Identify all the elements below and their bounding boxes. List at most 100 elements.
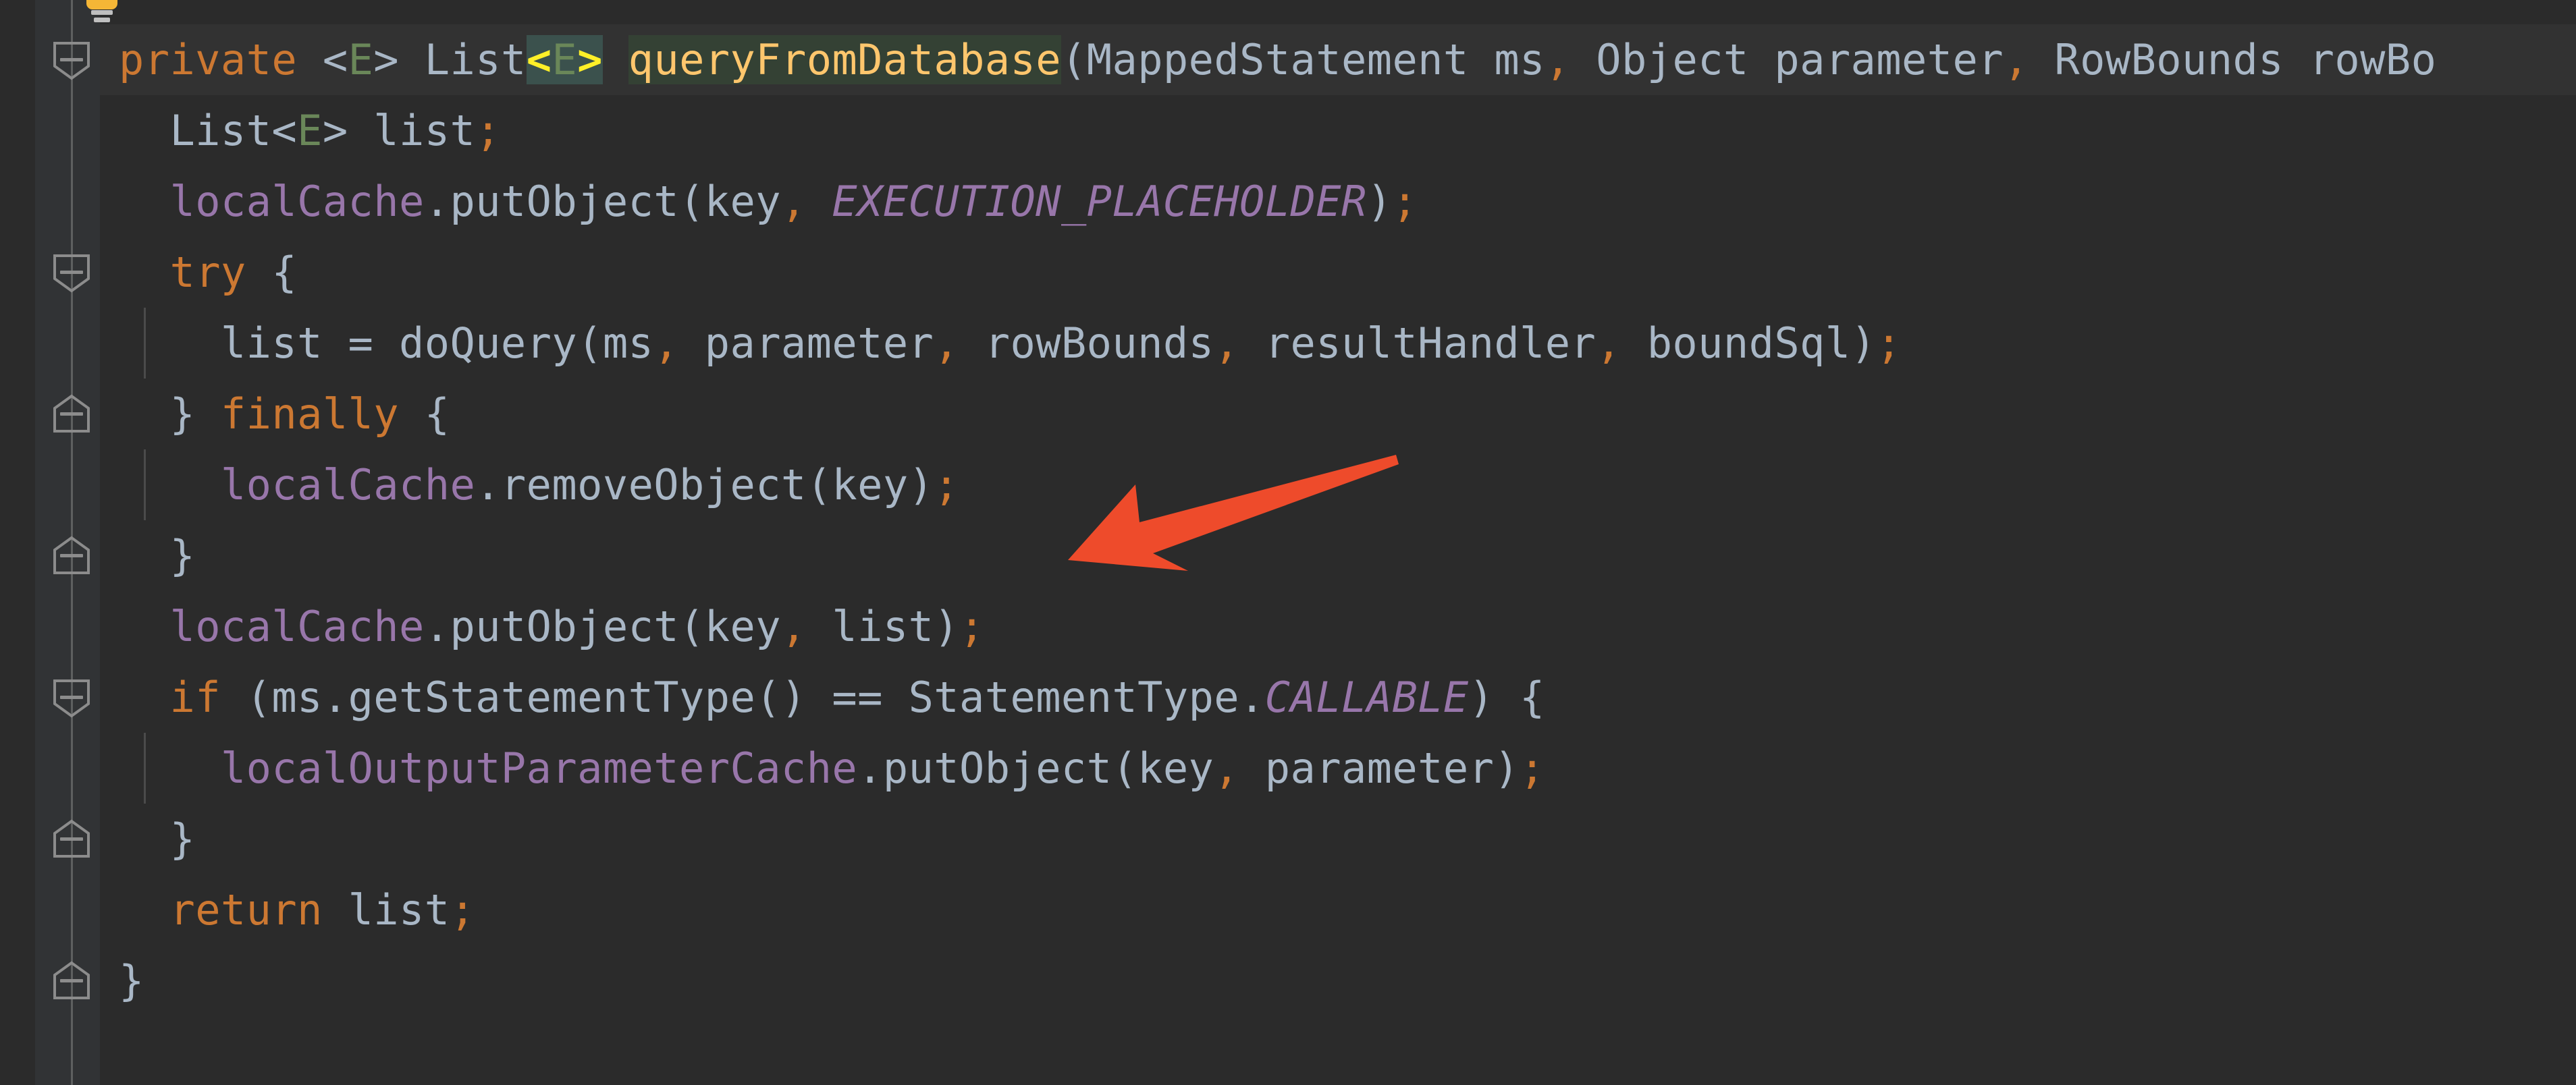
code-token: if [169, 673, 221, 722]
fold-marker-minus-icon [60, 837, 83, 841]
code-token: return [169, 885, 323, 935]
fold-marker-minus-icon [60, 412, 83, 416]
code-token: RowBounds rowBo [2029, 35, 2437, 84]
code-line-text: list = doQuery(ms, parameter, rowBounds,… [100, 308, 1902, 379]
code-token: > list [322, 106, 476, 155]
code-editor[interactable]: private <E> List<E> queryFromDatabase(Ma… [0, 0, 2576, 1085]
code-line-text: localCache.putObject(key, list); [100, 591, 985, 662]
fold-marker-finally[interactable] [51, 393, 92, 435]
code-token: E [552, 35, 578, 84]
fold-marker-method[interactable] [51, 39, 92, 81]
code-token: parameter [679, 318, 934, 368]
code-line[interactable]: return list; [100, 874, 2576, 945]
code-token: localCache [169, 177, 425, 226]
code-token: , [2003, 35, 2029, 84]
code-token: list) [806, 602, 960, 651]
code-line[interactable]: private <E> List<E> queryFromDatabase(Ma… [100, 24, 2576, 95]
fold-marker-if[interactable] [51, 677, 92, 719]
fold-marker-if-end[interactable] [51, 818, 92, 860]
code-token: { [246, 248, 298, 297]
fold-marker-minus-icon [60, 58, 83, 61]
code-token: List [119, 106, 272, 155]
code-token: , [653, 318, 680, 368]
fold-marker-minus-icon [60, 554, 83, 557]
code-line[interactable]: localOutputParameterCache.putObject(key,… [100, 733, 2576, 804]
code-line[interactable]: localCache.putObject(key, EXECUTION_PLAC… [100, 166, 2576, 237]
code-line[interactable]: localCache.removeObject(key); [100, 449, 2576, 520]
code-token: ; [1520, 744, 1545, 793]
code-line-text: } [100, 945, 144, 1016]
code-token: , [1214, 744, 1240, 793]
code-content[interactable]: private <E> List<E> queryFromDatabase(Ma… [100, 0, 2576, 1085]
code-token: < [322, 35, 348, 84]
code-line-text: } finally { [100, 379, 450, 449]
code-token: list [322, 885, 450, 935]
fold-marker-method-end[interactable] [51, 960, 92, 1002]
code-token: localCache [220, 460, 476, 509]
code-token: .removeObject(key) [475, 460, 934, 509]
code-token: boundSql) [1621, 318, 1877, 368]
code-token: { [399, 389, 450, 439]
code-token: resultHandler [1239, 318, 1596, 368]
code-token: .putObject(key [857, 744, 1214, 793]
code-token: parameter) [1239, 744, 1520, 793]
code-line-text: private <E> List<E> queryFromDatabase(Ma… [100, 24, 2436, 95]
code-token: rowBounds [959, 318, 1214, 368]
code-line[interactable]: try { [100, 237, 2576, 308]
code-token: ; [1392, 177, 1418, 226]
code-token: E [297, 106, 323, 155]
code-line[interactable]: List<E> list; [100, 95, 2576, 166]
code-token: ( [1061, 35, 1087, 84]
code-line-text: List<E> list; [100, 95, 501, 166]
code-token: localOutputParameterCache [220, 744, 858, 793]
code-token: ; [934, 460, 960, 509]
gutter-annotation-strip[interactable] [0, 0, 35, 1085]
code-line-text: localCache.putObject(key, EXECUTION_PLAC… [100, 166, 1418, 237]
code-token: } [119, 814, 196, 864]
code-token: list = doQuery(ms [119, 318, 654, 368]
code-token: , [1545, 35, 1571, 84]
code-token: < [271, 106, 298, 155]
code-token: List [424, 35, 527, 84]
code-token: try [169, 248, 246, 297]
fold-marker-finally-end[interactable] [51, 535, 92, 577]
code-token: CALLABLE [1264, 673, 1469, 722]
code-line-text: return list; [100, 874, 475, 945]
fold-marker-minus-icon [60, 979, 83, 982]
fold-marker-try[interactable] [51, 252, 92, 294]
code-token: finally [220, 389, 400, 439]
code-token: .putObject(key [424, 177, 781, 226]
code-token: localCache [169, 602, 425, 651]
fold-marker-minus-icon [60, 271, 83, 274]
code-line[interactable]: } [100, 945, 2576, 1016]
code-token: ; [475, 106, 501, 155]
code-token: > [373, 35, 425, 84]
code-token: MappedStatement ms [1086, 35, 1545, 84]
code-token: < [526, 35, 552, 84]
code-token: ; [1876, 318, 1902, 368]
code-line-text: } [100, 520, 195, 591]
code-line-text: try { [100, 237, 297, 308]
code-token: queryFromDatabase [628, 35, 1061, 84]
fold-marker-minus-icon [60, 696, 83, 699]
code-line[interactable]: if (ms.getStatementType() == StatementTy… [100, 662, 2576, 733]
code-line[interactable]: } finally { [100, 379, 2576, 449]
code-token: } [119, 389, 221, 439]
code-line[interactable]: } [100, 520, 2576, 591]
code-token: > [577, 35, 603, 84]
code-token: ) [1366, 177, 1393, 226]
code-token: , [780, 177, 807, 226]
code-token: , [934, 318, 960, 368]
code-line[interactable]: list = doQuery(ms, parameter, rowBounds,… [100, 308, 2576, 379]
code-token: , [780, 602, 807, 651]
code-line[interactable]: } [100, 804, 2576, 874]
code-line[interactable]: localCache.putObject(key, list); [100, 591, 2576, 662]
code-token: Object parameter [1570, 35, 2004, 84]
editor-gutter[interactable] [0, 0, 117, 1085]
code-token: } [119, 956, 144, 1005]
